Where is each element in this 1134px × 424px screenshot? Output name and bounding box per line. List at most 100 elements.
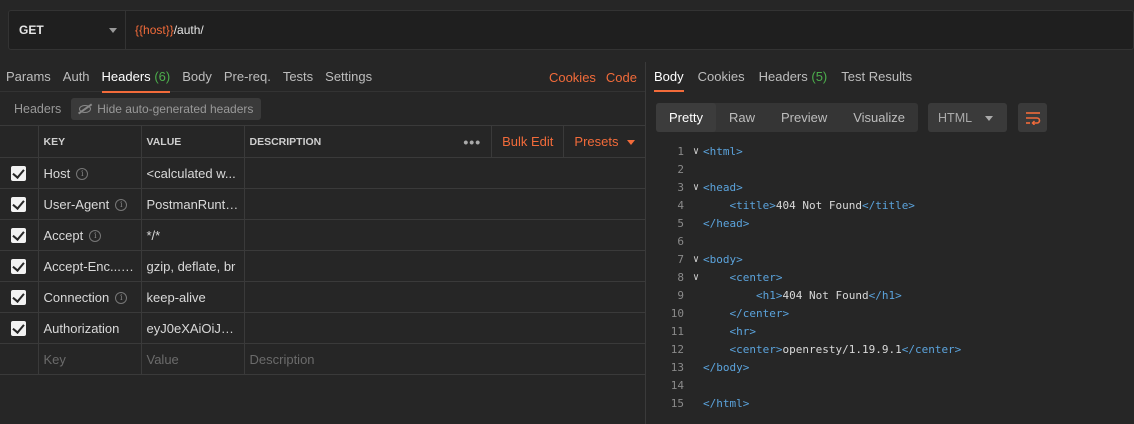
fold-chevron-icon[interactable]: ∨ [689, 179, 703, 197]
tab-headers[interactable]: Headers (6) [96, 62, 177, 93]
fold-gutter [689, 197, 703, 215]
code-link[interactable]: Code [606, 70, 637, 85]
code-line: 7 ∨ <body> [656, 251, 1126, 269]
header-value[interactable]: */* [147, 228, 161, 243]
headers-table: KEY VALUE DESCRIPTION ••• Bulk Edit Pres… [0, 125, 646, 375]
method-select[interactable]: GET [9, 11, 126, 49]
wrap-icon [1025, 111, 1040, 125]
tab-response-headers[interactable]: Headers (5) [753, 62, 834, 92]
row-checkbox[interactable] [11, 290, 27, 306]
hide-auto-generated-button[interactable]: Hide auto-generated headers [71, 97, 262, 120]
code-line: 2 [656, 161, 1126, 179]
header-key[interactable]: Authorization [44, 321, 120, 336]
view-mode-switch: Pretty Raw Preview Visualize [656, 103, 919, 132]
chevron-down-icon [109, 28, 117, 33]
header-description[interactable] [244, 312, 646, 344]
info-icon[interactable]: i [115, 199, 128, 212]
header-value[interactable]: PostmanRunti... [147, 197, 240, 212]
fold-gutter [689, 395, 703, 413]
tab-test-results[interactable]: Test Results [835, 62, 918, 92]
fold-chevron-icon[interactable]: ∨ [689, 251, 703, 269]
header-description[interactable] [244, 281, 646, 313]
tab-body[interactable]: Body [176, 62, 218, 92]
line-number: 2 [677, 163, 684, 176]
headers-section-title: Headers [14, 101, 62, 116]
code-text: <html> [703, 145, 743, 158]
tab-response-body[interactable]: Body [648, 62, 690, 92]
info-icon[interactable]: i [76, 168, 89, 181]
code-line: 9 <h1>404 Not Found</h1> [656, 287, 1126, 305]
more-options-icon[interactable]: ••• [453, 134, 491, 150]
code-line: 6 [656, 233, 1126, 251]
tab-response-cookies[interactable]: Cookies [692, 62, 751, 92]
header-key[interactable]: Accept-Enc... [44, 259, 134, 274]
view-pretty[interactable]: Pretty [656, 103, 716, 132]
code-line: 14 [656, 377, 1126, 395]
fold-gutter [689, 233, 703, 251]
table-row: Host i <calculated w... [0, 157, 646, 189]
table-row: User-Agent i PostmanRunti... [0, 188, 646, 220]
key-input[interactable]: Key [44, 352, 66, 367]
header-description[interactable] [244, 250, 646, 282]
header-description[interactable] [244, 157, 646, 189]
chevron-down-icon [626, 140, 635, 146]
row-checkbox[interactable] [11, 197, 27, 213]
view-visualize[interactable]: Visualize [840, 103, 918, 132]
wrap-lines-button[interactable] [1018, 103, 1048, 132]
fold-chevron-icon[interactable]: ∨ [689, 143, 703, 161]
code-text: </html> [703, 397, 750, 410]
info-icon[interactable]: i [89, 230, 102, 243]
info-icon[interactable]: i [115, 292, 128, 305]
tab-auth[interactable]: Auth [57, 62, 96, 92]
header-value[interactable]: eyJ0eXAiOiJKV... [147, 321, 244, 336]
line-number: 15 [670, 397, 684, 410]
header-key[interactable]: Connection [44, 290, 110, 305]
fold-chevron-icon[interactable]: ∨ [689, 269, 703, 287]
line-number: 13 [670, 361, 684, 374]
row-checkbox[interactable] [11, 321, 27, 337]
row-checkbox[interactable] [11, 259, 27, 275]
code-line: 8 ∨ <center> [656, 269, 1126, 287]
header-description[interactable] [244, 188, 646, 220]
row-checkbox[interactable] [11, 228, 27, 244]
url-variable: {{host}} [135, 23, 174, 37]
url-input[interactable]: {{host}}/auth/ [126, 11, 204, 49]
header-description[interactable] [244, 219, 646, 251]
col-description-cell: DESCRIPTION ••• Bulk Edit Presets [244, 125, 646, 158]
header-key[interactable]: User-Agent [44, 197, 110, 212]
presets-dropdown[interactable]: Presets [563, 126, 644, 157]
request-tabs: Params Auth Headers (6) Body Pre-req. Te… [0, 62, 645, 93]
table-row-empty: Key Value Description [0, 343, 646, 375]
tab-params[interactable]: Params [0, 62, 57, 92]
table-row: Accept-Enc... i gzip, deflate, br [0, 250, 646, 282]
tab-tests[interactable]: Tests [277, 62, 319, 92]
code-line: 15 </html> [656, 395, 1126, 413]
cookies-link[interactable]: Cookies [549, 70, 596, 85]
code-text: </body> [703, 361, 750, 374]
header-value[interactable]: gzip, deflate, br [147, 259, 236, 274]
code-line: 4 <title>404 Not Found</title> [656, 197, 1126, 215]
col-value: VALUE [141, 125, 245, 158]
code-line: 11 <hr> [656, 323, 1126, 341]
row-checkbox[interactable] [11, 166, 27, 182]
header-key[interactable]: Host [44, 166, 71, 181]
view-toolbar: Pretty Raw Preview Visualize HTML [656, 103, 1048, 132]
fold-gutter [689, 305, 703, 323]
view-raw[interactable]: Raw [716, 103, 768, 132]
code-text: <title>404 Not Found</title> [729, 199, 915, 212]
header-value[interactable]: keep-alive [147, 290, 206, 305]
tab-settings[interactable]: Settings [319, 62, 378, 92]
eye-off-icon [79, 104, 92, 113]
header-key[interactable]: Accept [44, 228, 84, 243]
description-input[interactable]: Description [250, 352, 315, 367]
bulk-edit-button[interactable]: Bulk Edit [491, 126, 563, 157]
language-select[interactable]: HTML [928, 103, 1008, 132]
header-value[interactable]: <calculated w... [147, 166, 236, 181]
value-input[interactable]: Value [147, 352, 179, 367]
fold-gutter [689, 377, 703, 395]
table-row: Authorization eyJ0eXAiOiJKV... [0, 312, 646, 344]
response-code-view[interactable]: 1 ∨ <html> 2 3 ∨ <head> 4 <title>404 Not Found<… [656, 143, 1126, 413]
view-preview[interactable]: Preview [768, 103, 840, 132]
tab-pre-request[interactable]: Pre-req. [218, 62, 277, 92]
line-number: 10 [670, 307, 684, 320]
